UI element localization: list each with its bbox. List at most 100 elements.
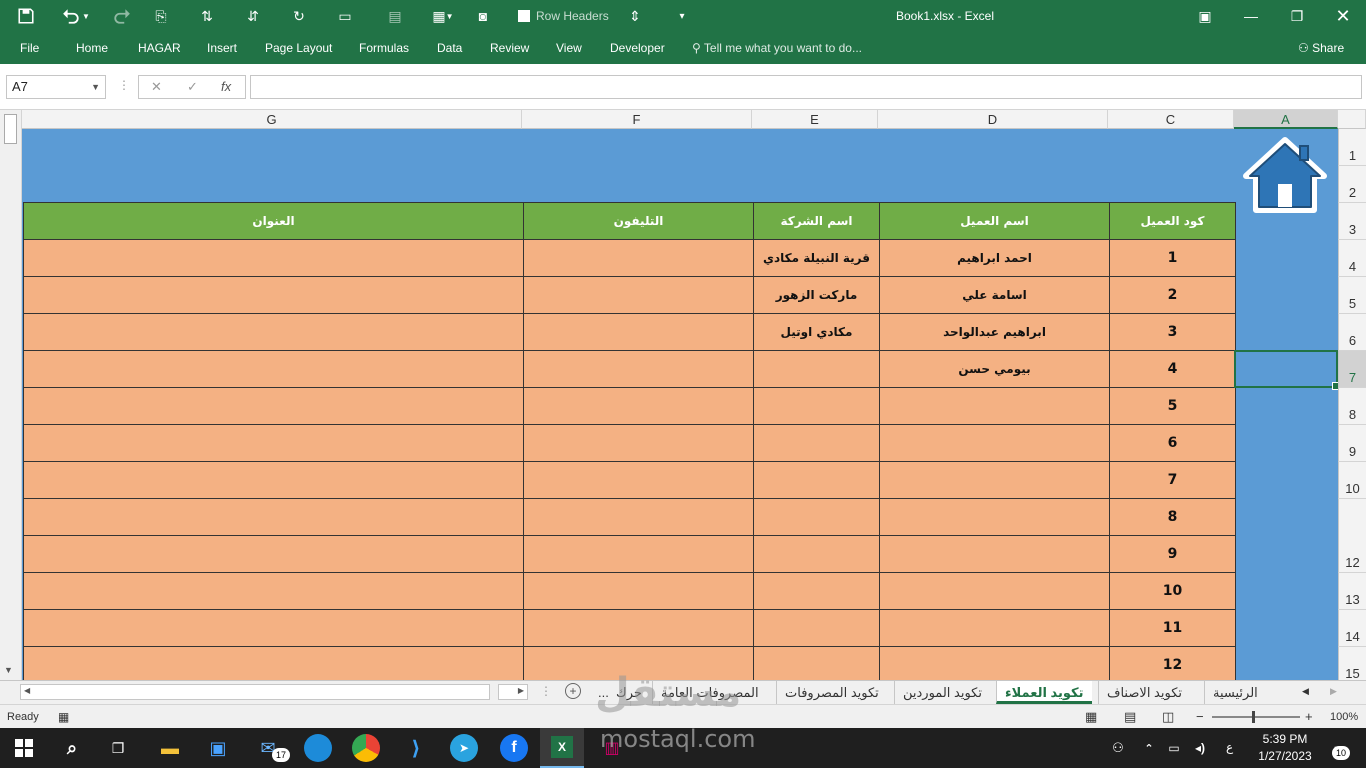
task-view-icon[interactable]: ❐ bbox=[104, 734, 132, 762]
cell-customer-code[interactable]: 9 bbox=[1109, 535, 1236, 573]
sort-icon[interactable]: ⇅ bbox=[196, 6, 218, 26]
facebook-icon[interactable]: f bbox=[500, 734, 528, 762]
cell-customer-name[interactable]: بيومي حسن bbox=[879, 350, 1110, 388]
cell-customer-name[interactable] bbox=[879, 572, 1110, 610]
tell-me-search[interactable]: ⚲ Tell me what you want to do... bbox=[692, 38, 862, 58]
header-customer-name[interactable]: اسم العميل bbox=[879, 202, 1110, 240]
minimize-button[interactable]: — bbox=[1228, 0, 1274, 32]
tab-file[interactable]: File bbox=[20, 38, 39, 58]
cell-address[interactable] bbox=[23, 313, 524, 351]
zoom-level[interactable]: 100% bbox=[1330, 711, 1358, 723]
tab-review[interactable]: Review bbox=[490, 38, 529, 58]
sheet-tab-expense-codes[interactable]: تكويد المصروفات bbox=[776, 681, 887, 704]
show-hidden-icons[interactable]: ⌃ bbox=[1140, 734, 1158, 762]
quick-access-icon[interactable]: ⎘ bbox=[150, 6, 172, 26]
home-icon[interactable] bbox=[1240, 136, 1330, 216]
telegram-icon[interactable]: ➤ bbox=[450, 734, 478, 762]
form-icon[interactable]: ▤ bbox=[380, 6, 410, 26]
vscode-icon[interactable]: ⟩ bbox=[402, 734, 430, 762]
header-company-name[interactable]: اسم الشركة bbox=[753, 202, 880, 240]
formula-input[interactable] bbox=[250, 75, 1362, 99]
row-header[interactable]: 12 bbox=[1338, 499, 1366, 573]
cell-address[interactable] bbox=[23, 498, 524, 536]
page-break-view-icon[interactable]: ◫ bbox=[1162, 709, 1174, 725]
tab-scroll-icon[interactable]: ▶ bbox=[498, 684, 528, 700]
row-header[interactable]: 3 bbox=[1338, 203, 1366, 240]
cell-company-name[interactable] bbox=[753, 646, 880, 680]
cell-customer-name[interactable] bbox=[879, 498, 1110, 536]
scroll-left-icon[interactable]: ◀ bbox=[24, 686, 30, 695]
cell-address[interactable] bbox=[23, 646, 524, 680]
sheet-tab-customer-codes[interactable]: تكويد العملاء bbox=[996, 681, 1092, 704]
cell-phone[interactable] bbox=[523, 387, 754, 425]
tab-developer[interactable]: Developer bbox=[610, 38, 665, 58]
document-icon[interactable]: ▭ bbox=[334, 6, 356, 26]
cell-customer-name[interactable] bbox=[879, 535, 1110, 573]
sheet-tab-general-expenses[interactable]: المصروفات العامة bbox=[652, 681, 767, 704]
cell-customer-code[interactable]: 4 bbox=[1109, 350, 1236, 388]
zoom-slider[interactable] bbox=[1212, 711, 1300, 723]
cell-customer-code[interactable]: 2 bbox=[1109, 276, 1236, 314]
row-header[interactable]: 6 bbox=[1338, 314, 1366, 351]
cell-company-name[interactable] bbox=[753, 572, 880, 610]
row-header[interactable]: 2 bbox=[1338, 166, 1366, 203]
header-phone[interactable]: التليفون bbox=[523, 202, 754, 240]
row-header[interactable]: 5 bbox=[1338, 277, 1366, 314]
cell-address[interactable] bbox=[23, 461, 524, 499]
cell-company-name[interactable]: قرية النبيلة مكادي bbox=[753, 239, 880, 277]
zoom-in-icon[interactable]: + bbox=[1305, 709, 1313, 724]
cell-customer-code[interactable]: 3 bbox=[1109, 313, 1236, 351]
cell-address[interactable] bbox=[23, 350, 524, 388]
cell-address[interactable] bbox=[23, 239, 524, 277]
save-icon[interactable] bbox=[14, 6, 38, 26]
cell-phone[interactable] bbox=[523, 498, 754, 536]
header-address[interactable]: العنوان bbox=[23, 202, 524, 240]
tab-home[interactable]: Home bbox=[76, 38, 108, 58]
customize-qat-icon[interactable]: ▾ bbox=[674, 6, 690, 26]
cell-company-name[interactable] bbox=[753, 461, 880, 499]
cell-customer-code[interactable]: 7 bbox=[1109, 461, 1236, 499]
cell-address[interactable] bbox=[23, 535, 524, 573]
excel-taskbar-icon[interactable]: X bbox=[540, 728, 584, 768]
column-header-c[interactable]: C bbox=[1108, 110, 1234, 129]
file-explorer-icon[interactable]: ▬ bbox=[156, 734, 184, 762]
cell-company-name[interactable] bbox=[753, 350, 880, 388]
cell-customer-code[interactable]: 10 bbox=[1109, 572, 1236, 610]
row-headers-toggle[interactable]: Row Headers bbox=[518, 6, 618, 26]
cell-phone[interactable] bbox=[523, 572, 754, 610]
winrar-icon[interactable]: ▥ bbox=[598, 734, 626, 762]
row-header[interactable]: 8 bbox=[1338, 388, 1366, 425]
column-header-e[interactable]: E bbox=[752, 110, 878, 129]
horizontal-scrollbar[interactable]: ◀ bbox=[20, 684, 490, 700]
tab-insert[interactable]: Insert bbox=[207, 38, 237, 58]
cell-customer-name[interactable] bbox=[879, 461, 1110, 499]
tab-nav-left-icon[interactable]: ◀ bbox=[1302, 686, 1309, 697]
scroll-thumb[interactable] bbox=[4, 114, 17, 144]
clock-time[interactable]: 5:39 PM bbox=[1250, 732, 1320, 746]
cell-company-name[interactable] bbox=[753, 609, 880, 647]
insert-function-icon[interactable]: fx bbox=[221, 79, 231, 94]
calculator-icon[interactable]: ▦ ▼ bbox=[428, 6, 458, 26]
tab-split-grip-icon[interactable]: ⋮ bbox=[540, 684, 552, 698]
row-header[interactable]: 9 bbox=[1338, 425, 1366, 462]
select-all-corner[interactable] bbox=[1338, 110, 1366, 129]
sheet-tab-item-codes[interactable]: تكويد الاصناف bbox=[1098, 681, 1190, 704]
network-icon[interactable]: ▭ bbox=[1164, 734, 1184, 762]
cell-address[interactable] bbox=[23, 387, 524, 425]
cell-customer-code[interactable]: 11 bbox=[1109, 609, 1236, 647]
row-header[interactable]: 15 bbox=[1338, 647, 1366, 680]
cancel-icon[interactable]: ✕ bbox=[151, 79, 162, 95]
column-header-a[interactable]: A bbox=[1234, 110, 1338, 129]
windows-start-icon[interactable] bbox=[10, 734, 38, 762]
cell-phone[interactable] bbox=[523, 350, 754, 388]
cell-company-name[interactable] bbox=[753, 424, 880, 462]
cell-customer-code[interactable]: 6 bbox=[1109, 424, 1236, 462]
close-button[interactable]: ✕ bbox=[1320, 0, 1366, 32]
column-header-f[interactable]: F bbox=[522, 110, 752, 129]
scroll-down-icon[interactable]: ▼ bbox=[4, 665, 13, 675]
cell-company-name[interactable]: مكادي اوتيل bbox=[753, 313, 880, 351]
normal-view-icon[interactable]: ▦ bbox=[1085, 709, 1097, 725]
row-header[interactable]: 13 bbox=[1338, 573, 1366, 610]
row-header[interactable]: 10 bbox=[1338, 462, 1366, 499]
new-sheet-icon[interactable]: + bbox=[565, 683, 581, 699]
